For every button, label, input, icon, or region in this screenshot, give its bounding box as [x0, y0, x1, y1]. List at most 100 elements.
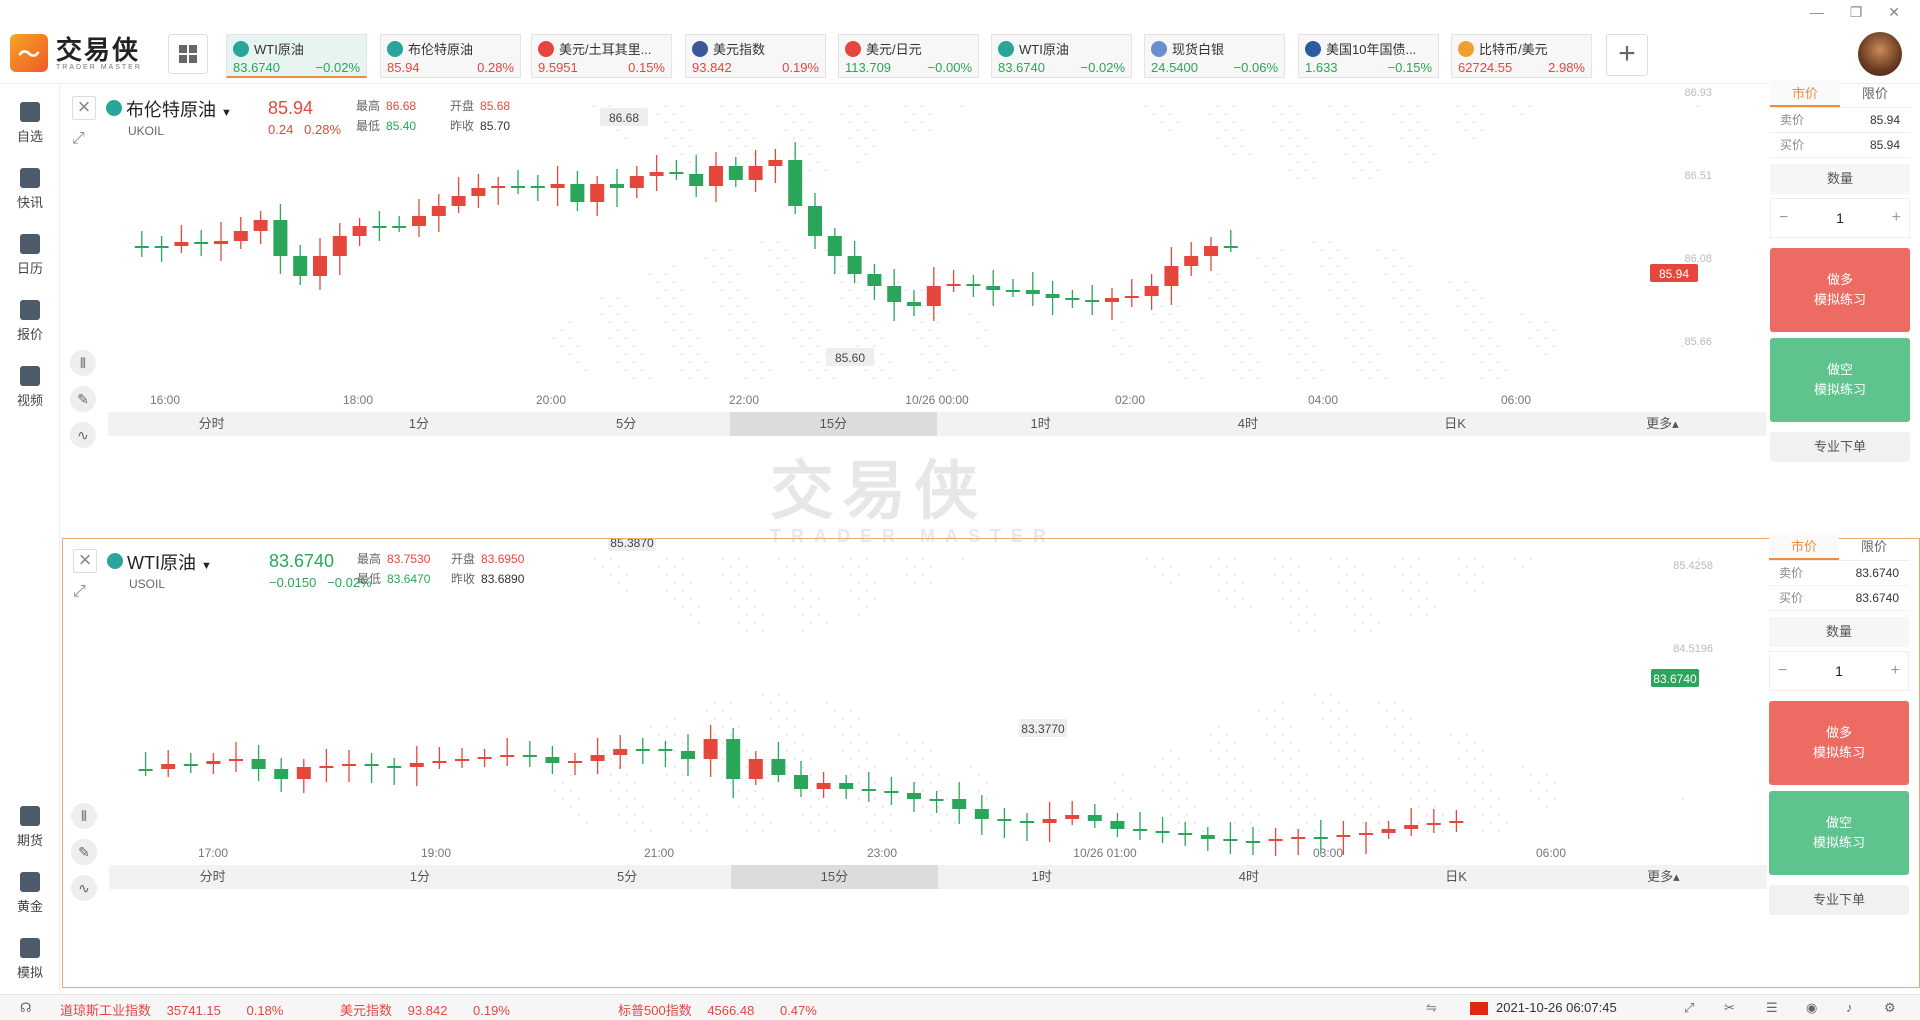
index-value: 35741.15 [166, 1003, 221, 1018]
index-pct: 0.47% [779, 1003, 817, 1018]
tab-6[interactable]: 现货白银 24.5400 −0.06% [1144, 34, 1285, 78]
svg-text:85.60: 85.60 [835, 351, 865, 365]
tab-7[interactable]: 美国10年国债... 1.633 −0.15% [1298, 34, 1439, 78]
period-3[interactable]: 15分 [730, 865, 938, 889]
avatar[interactable] [1858, 32, 1902, 76]
period-6[interactable]: 日K [1352, 412, 1559, 436]
candle-body [451, 196, 466, 206]
tab-price: 24.5400 [1151, 60, 1198, 75]
period-1[interactable]: 1分 [315, 412, 522, 436]
plus-icon[interactable]: + [1891, 662, 1900, 680]
pro-order-button[interactable]: 专业下单 [1770, 432, 1910, 462]
period-0[interactable]: 分时 [108, 412, 315, 436]
short-button[interactable]: 做空 模拟练习 [1769, 791, 1909, 875]
index-name: 美元指数 [340, 1003, 393, 1018]
news-icon [20, 168, 40, 188]
quantity-stepper[interactable]: −1 + [1770, 198, 1910, 238]
period-5[interactable]: 4时 [1145, 865, 1352, 889]
candle-body [530, 186, 545, 188]
quantity-stepper[interactable]: −1 + [1769, 651, 1909, 691]
minimize-icon[interactable]: — [1810, 4, 1824, 21]
gold-icon [20, 872, 40, 892]
tab-limit-order[interactable]: 限价 [1839, 533, 1909, 560]
period-2[interactable]: 5分 [524, 865, 731, 889]
x-tick-label: 19:00 [421, 846, 451, 860]
candle-body [229, 759, 243, 761]
index-ticker[interactable]: 道琼斯工业指数 35741.15 0.18% [60, 1000, 283, 1019]
minus-icon[interactable]: − [1779, 209, 1788, 227]
bitcoin-icon [1458, 40, 1474, 57]
tab-change: 0.28% [477, 60, 514, 75]
trade-panel: 市价 限价 卖价 85.94 买价 85.94 数量 −1 + 做多 模拟练习 做空 模拟练… [1770, 80, 1910, 462]
tab-2[interactable]: 美元/土耳其里... 9.5951 0.15% [531, 34, 672, 78]
candle-body [1336, 835, 1351, 837]
candle-body [669, 172, 684, 174]
candle-body [550, 184, 565, 188]
mute-icon[interactable]: ♪ [1846, 1000, 1853, 1015]
long-button[interactable]: 做多 模拟练习 [1770, 248, 1910, 332]
tab-market-order[interactable]: 市价 [1769, 533, 1839, 560]
candle-body [1124, 296, 1139, 298]
sidebar-item-3[interactable]: 报价 [0, 300, 60, 343]
period-2[interactable]: 5分 [523, 412, 730, 436]
sidebar-item-5[interactable]: 期货 [0, 806, 60, 849]
fullscreen-icon[interactable]: ⤢ [1684, 1000, 1694, 1016]
plus-icon[interactable]: + [1892, 209, 1901, 227]
period-0[interactable]: 分时 [109, 865, 316, 889]
tools-icon[interactable]: ✂ [1724, 1000, 1735, 1016]
restore-icon[interactable]: ❐ [1850, 4, 1863, 21]
period-bar: 分时 1分 5分 15分 1时 4时 日K 更多▴ [108, 412, 1766, 436]
sidebar-item-2[interactable]: 日历 [0, 234, 60, 277]
list-icon[interactable]: ☰ [1766, 1000, 1778, 1016]
period-1[interactable]: 1分 [316, 865, 523, 889]
sidebar-item-6[interactable]: 黄金 [0, 872, 60, 915]
tab-1[interactable]: 布伦特原油 85.94 0.28% [380, 34, 521, 78]
candle-body [748, 166, 763, 180]
camera-icon[interactable]: ◉ [1806, 1000, 1817, 1016]
sidebar-item-4[interactable]: 视频 [0, 366, 60, 409]
tab-label: 美国10年国债... [1326, 42, 1417, 57]
candle-body [511, 186, 525, 188]
period-7[interactable]: 更多▴ [1560, 865, 1767, 889]
settings-icon[interactable]: ⚙ [1884, 1000, 1896, 1016]
long-button[interactable]: 做多 模拟练习 [1769, 701, 1909, 785]
close-icon[interactable]: ✕ [1888, 4, 1900, 21]
index-ticker[interactable]: 美元指数 93.842 0.19% [340, 1000, 510, 1019]
period-4[interactable]: 1时 [937, 412, 1144, 436]
sidebar-item-7[interactable]: 模拟 [0, 938, 60, 981]
candlestick-chart[interactable]: 86.93 86.51 86.08 85.66 16:00 18:00 20:00 22:00… [62, 86, 1762, 436]
sidebar-item-0[interactable]: 自选 [0, 102, 60, 145]
candle-body [477, 757, 492, 759]
short-button[interactable]: 做空 模拟练习 [1770, 338, 1910, 422]
tab-5[interactable]: WTI原油 83.6740 −0.02% [991, 34, 1132, 78]
candle-body [946, 284, 961, 286]
period-3[interactable]: 15分 [729, 412, 937, 436]
period-4[interactable]: 1时 [938, 865, 1145, 889]
sidebar-item-1[interactable]: 快讯 [0, 168, 60, 211]
period-6[interactable]: 日K [1353, 865, 1560, 889]
tab-market-order[interactable]: 市价 [1770, 80, 1840, 107]
sidebar-item-label: 期货 [16, 833, 43, 848]
index-ticker[interactable]: 标普500指数 4566.48 0.47% [618, 1000, 817, 1019]
pro-order-button[interactable]: 专业下单 [1769, 885, 1909, 915]
tab-3[interactable]: 美元指数 93.842 0.19% [685, 34, 826, 78]
svg-text:83.3770: 83.3770 [1021, 722, 1065, 736]
candlestick-chart[interactable]: 85.4258 84.5196 17:00 19:00 21:00 23:00 10/26 … [63, 539, 1763, 889]
period-7[interactable]: 更多▴ [1559, 412, 1766, 436]
candle-body [689, 174, 704, 186]
headset-icon[interactable]: ☊ [20, 1000, 32, 1016]
period-5[interactable]: 4时 [1144, 412, 1351, 436]
add-tab-button[interactable]: + [1606, 34, 1648, 76]
flag-jp-icon [845, 40, 861, 57]
tab-8[interactable]: 比特币/美元 62724.55 2.98% [1451, 34, 1592, 78]
minus-icon[interactable]: − [1778, 662, 1787, 680]
candle-body [867, 274, 882, 286]
layout-grid-button[interactable] [168, 34, 208, 74]
candle-body [1105, 298, 1119, 302]
tab-price: 62724.55 [1458, 60, 1513, 75]
candle-body [658, 749, 673, 751]
tab-limit-order[interactable]: 限价 [1840, 80, 1910, 107]
tab-0[interactable]: WTI原油 83.6740 −0.02% [226, 34, 367, 78]
candle-body [392, 226, 407, 228]
tab-4[interactable]: 美元/日元 113.709 −0.00% [838, 34, 979, 78]
